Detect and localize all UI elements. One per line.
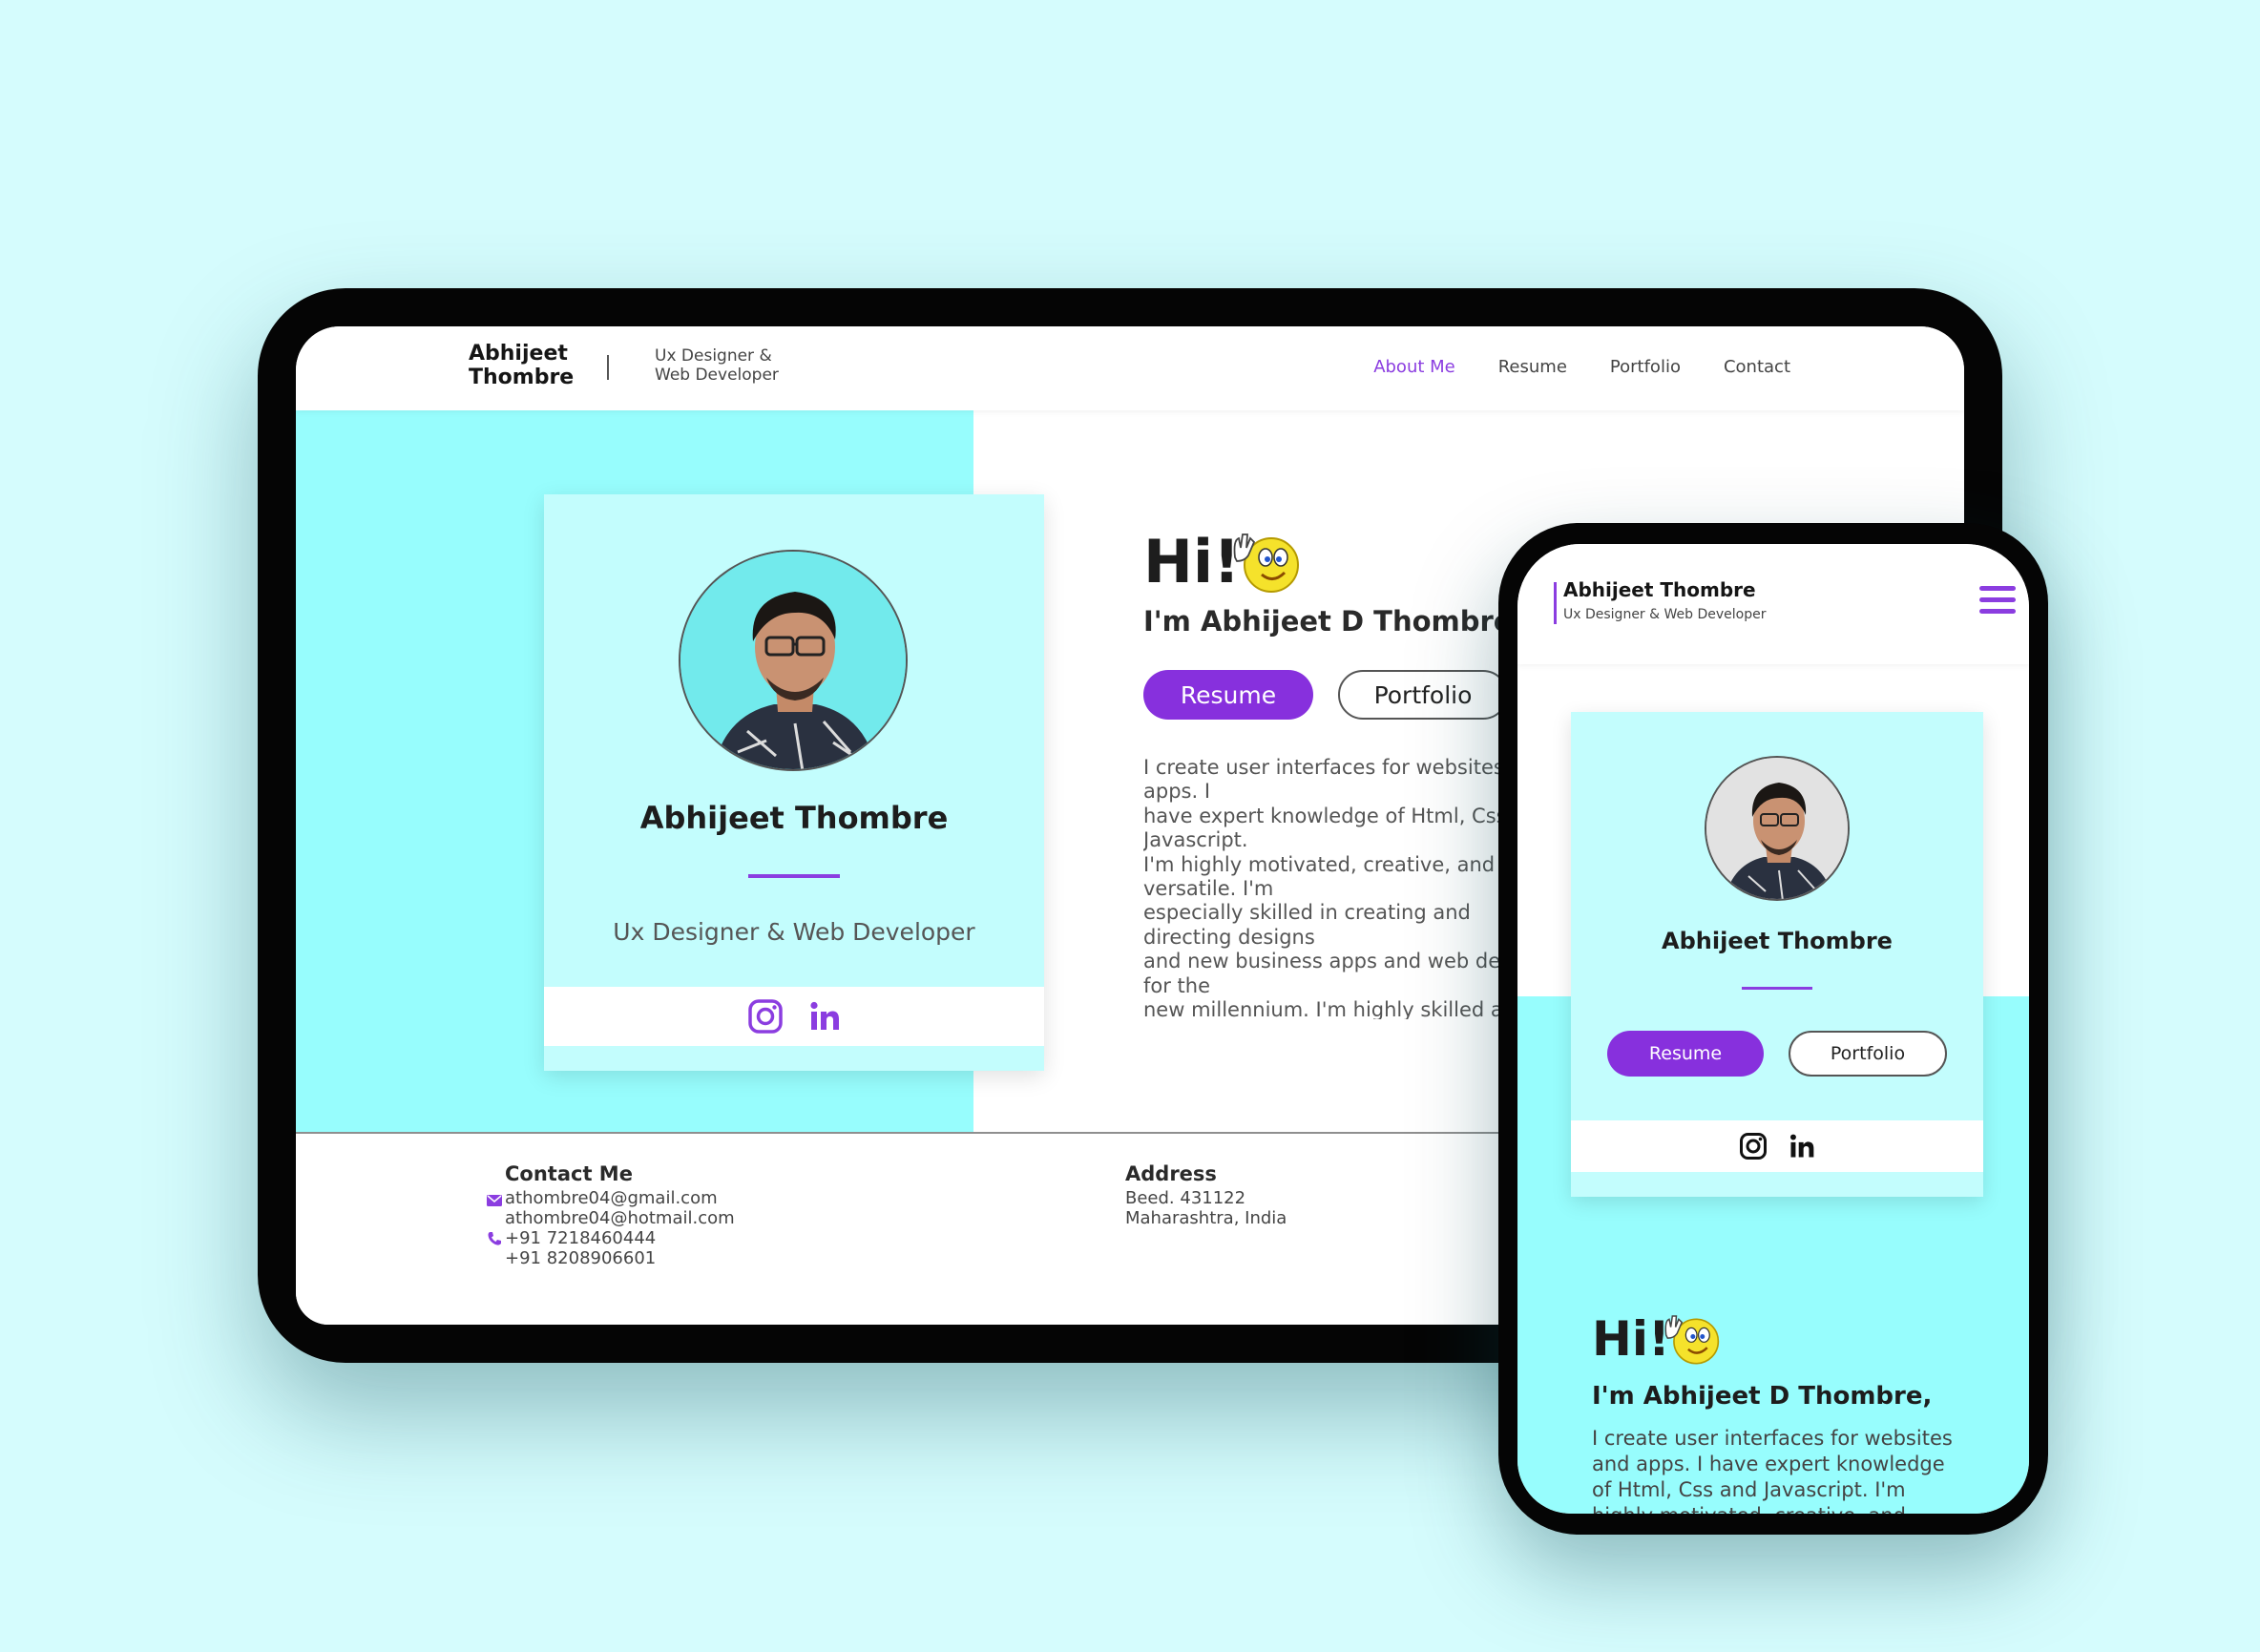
avatar bbox=[679, 550, 908, 771]
contact-email-1[interactable]: athombre04@gmail.com bbox=[505, 1188, 718, 1208]
phone-resume-button[interactable]: Resume bbox=[1607, 1031, 1764, 1077]
phone-screen: Abhijeet Thombre Ux Designer & Web Devel… bbox=[1517, 544, 2029, 1514]
nav-item-portfolio[interactable]: Portfolio bbox=[1610, 357, 1681, 377]
brand-divider bbox=[607, 355, 609, 380]
hamburger-menu-icon[interactable] bbox=[1979, 586, 2016, 618]
instagram-icon[interactable] bbox=[747, 998, 784, 1035]
name-underline bbox=[748, 874, 840, 878]
nav-menu: About Me Resume Portfolio Contact bbox=[1373, 357, 1790, 377]
phone-profile-card: Abhijeet Thombre Resume Portfolio bbox=[1571, 712, 1983, 1197]
phone-portfolio-button[interactable]: Portfolio bbox=[1789, 1031, 1947, 1077]
phone-icon bbox=[488, 1232, 501, 1245]
waving-emoji-icon bbox=[1231, 529, 1302, 599]
phone-hero-bio: I create user interfaces for websites an… bbox=[1592, 1427, 1953, 1514]
tablet-navbar: Abhijeet Thombre Ux Designer & Web Devel… bbox=[296, 326, 1964, 410]
brand-name[interactable]: Abhijeet Thombre bbox=[469, 342, 583, 389]
phone-name-underline bbox=[1742, 987, 1812, 990]
contact-email-2[interactable]: athombre04@hotmail.com bbox=[505, 1208, 735, 1228]
phone-hero-intro: I'm Abhijeet D Thombre, bbox=[1592, 1382, 1933, 1411]
nav-item-about-me[interactable]: About Me bbox=[1373, 357, 1455, 377]
waving-emoji-icon bbox=[1663, 1311, 1722, 1370]
linkedin-icon[interactable] bbox=[1789, 1133, 1815, 1160]
profile-card: Abhijeet Thombre Ux Designer & Web Devel… bbox=[544, 494, 1044, 1071]
linkedin-icon[interactable] bbox=[808, 1000, 841, 1033]
nav-item-resume[interactable]: Resume bbox=[1498, 357, 1567, 377]
address-line-1: Beed. 431122 bbox=[1125, 1188, 1246, 1208]
phone-hero-greeting: Hi! bbox=[1592, 1311, 1670, 1367]
contact-title: Contact Me bbox=[505, 1162, 633, 1185]
hero-intro: I'm Abhijeet D Thombre, bbox=[1143, 605, 1523, 638]
profile-role: Ux Designer & Web Developer bbox=[613, 918, 975, 946]
hero-greeting: Hi! bbox=[1143, 527, 1241, 596]
instagram-icon[interactable] bbox=[1739, 1132, 1768, 1161]
portfolio-button[interactable]: Portfolio bbox=[1338, 670, 1508, 720]
phone-profile-name: Abhijeet Thombre bbox=[1662, 928, 1893, 954]
mail-icon bbox=[487, 1195, 502, 1206]
hero-bio: I create user interfaces for websites an… bbox=[1143, 756, 1551, 1019]
brand-role: Ux Designer & Web Developer bbox=[655, 346, 779, 385]
contact-phone-2[interactable]: +91 8208906601 bbox=[505, 1248, 656, 1268]
profile-name: Abhijeet Thombre bbox=[639, 800, 949, 836]
phone-brand-name[interactable]: Abhijeet Thombre bbox=[1563, 578, 1756, 601]
address-title: Address bbox=[1125, 1162, 1217, 1185]
nav-item-contact[interactable]: Contact bbox=[1724, 357, 1790, 377]
contact-phone-1[interactable]: +91 7218460444 bbox=[505, 1228, 656, 1248]
phone-header: Abhijeet Thombre Ux Designer & Web Devel… bbox=[1517, 544, 2029, 664]
resume-button[interactable]: Resume bbox=[1143, 670, 1313, 720]
phone-social-links bbox=[1571, 1120, 1983, 1172]
address-line-2: Maharashtra, India bbox=[1125, 1208, 1287, 1228]
brand-accent-bar bbox=[1554, 582, 1557, 624]
phone-brand-role: Ux Designer & Web Developer bbox=[1563, 607, 1767, 622]
phone-avatar bbox=[1705, 756, 1850, 901]
social-links bbox=[544, 987, 1044, 1046]
phone-device-frame: Abhijeet Thombre Ux Designer & Web Devel… bbox=[1498, 523, 2048, 1535]
